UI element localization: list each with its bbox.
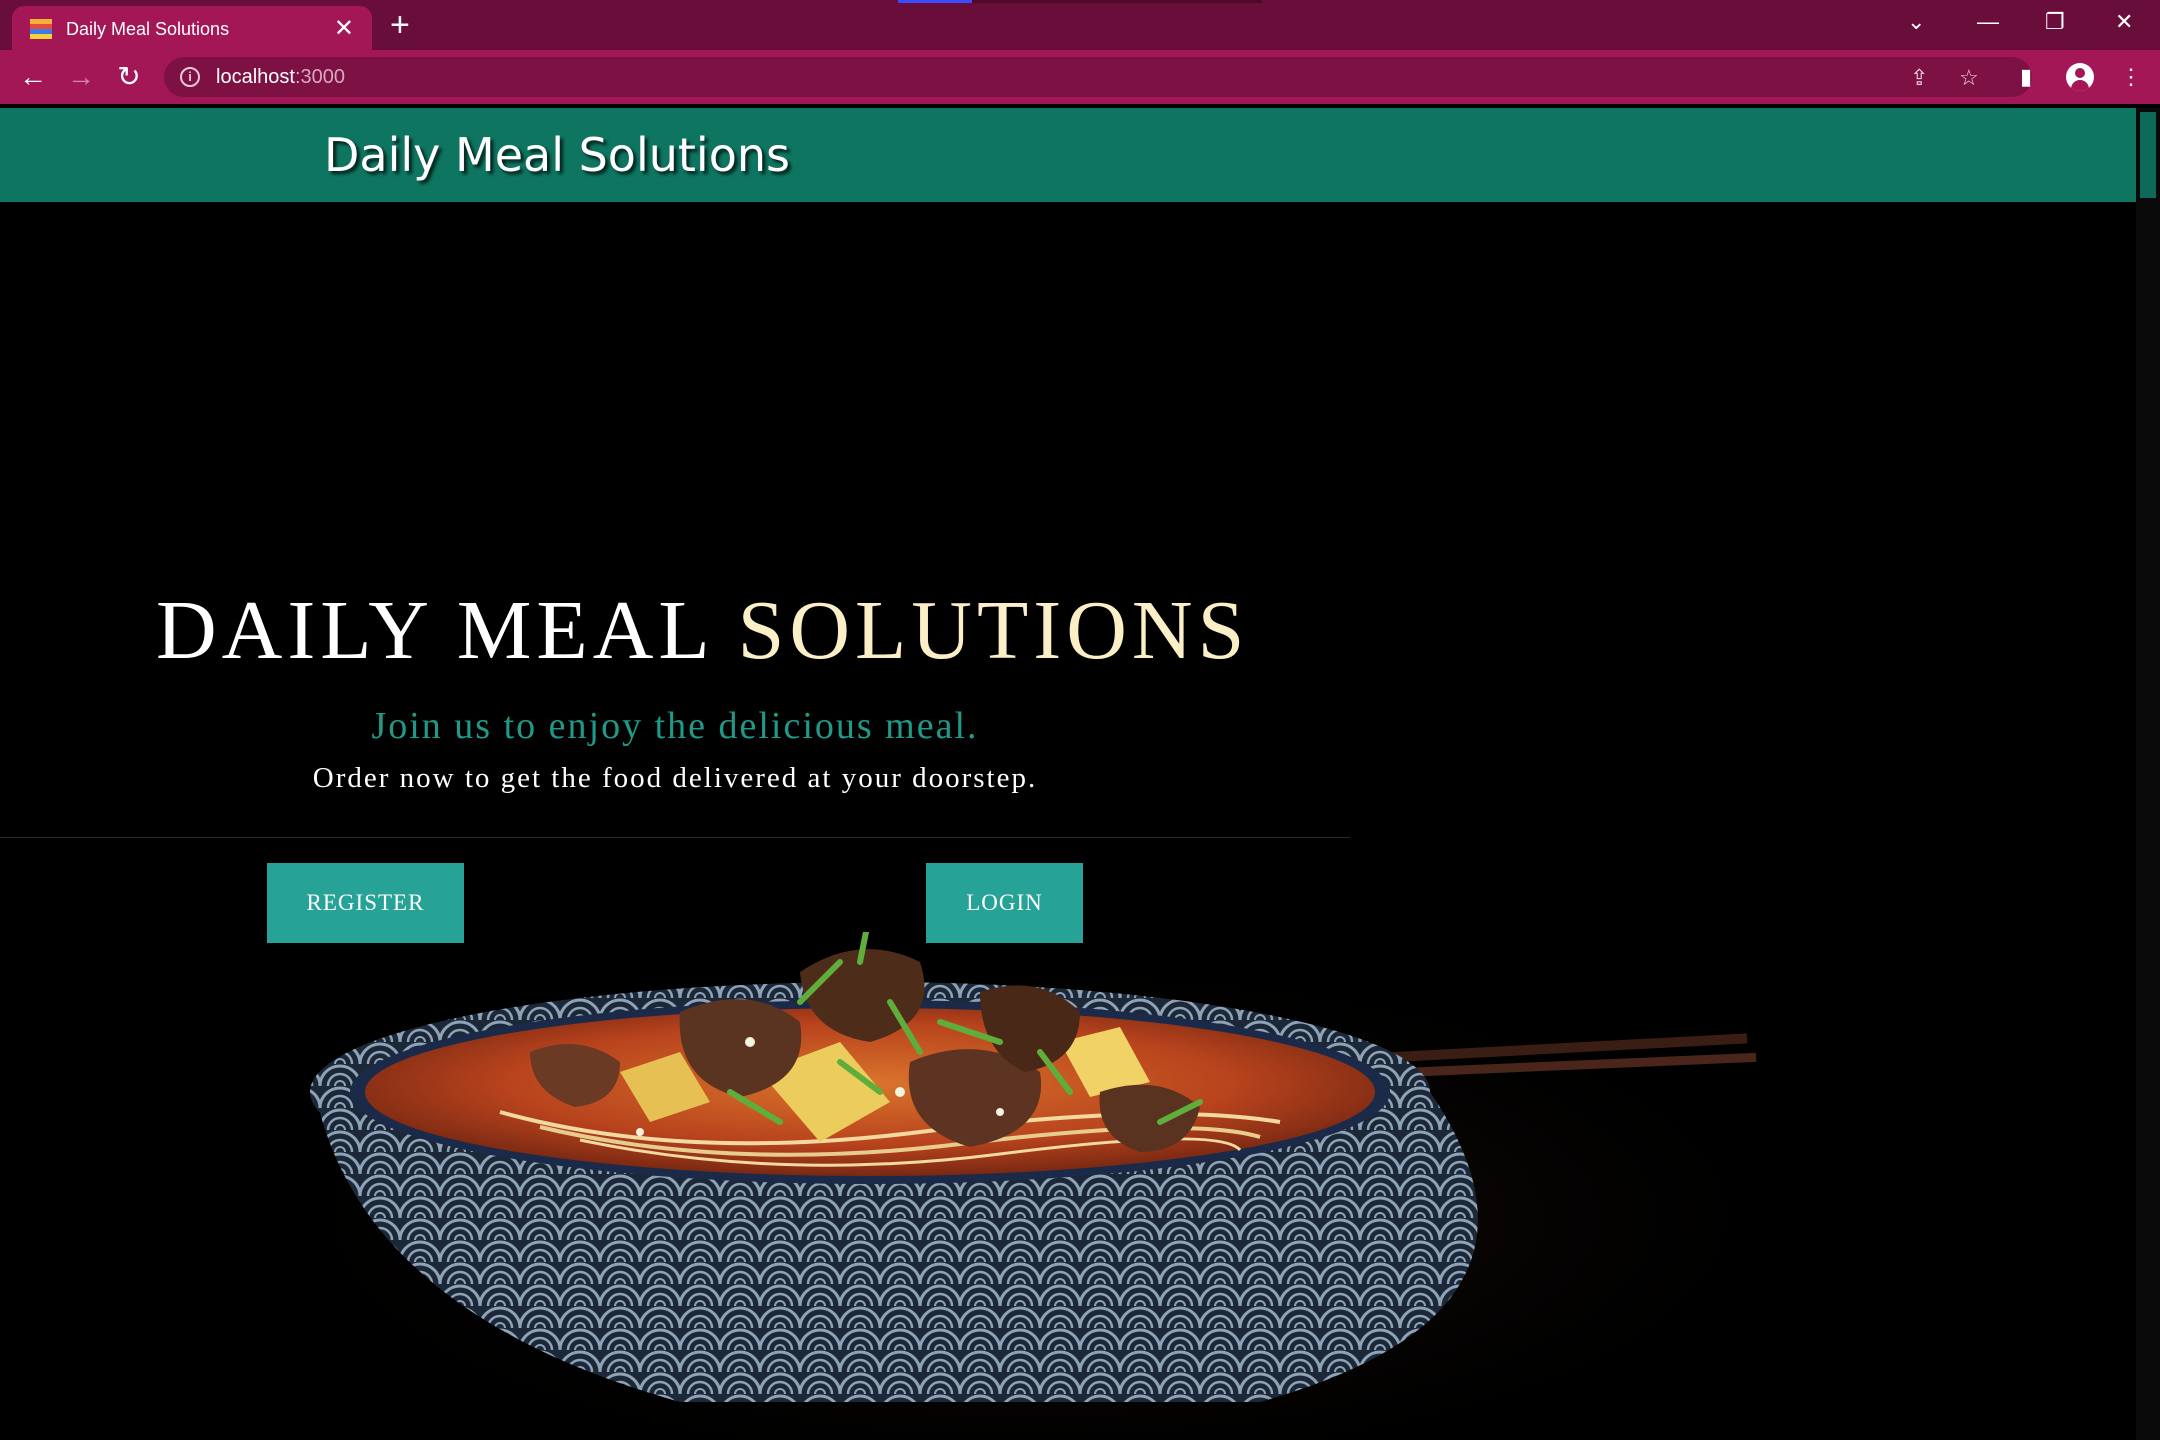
share-icon[interactable]: ⇪ — [1910, 67, 1928, 89]
scrollbar-thumb[interactable] — [2140, 112, 2156, 198]
restore-icon[interactable]: ❐ — [2045, 8, 2065, 36]
star-icon[interactable]: ☆ — [1959, 67, 1979, 89]
window-close-icon[interactable]: ✕ — [2115, 8, 2133, 36]
hero-title-accent: SOLUTIONS — [737, 584, 1250, 677]
side-panel-icon[interactable]: ▮ — [2020, 65, 2032, 89]
minimize-icon[interactable]: — — [1977, 8, 1999, 36]
register-button[interactable]: REGISTER — [267, 863, 464, 943]
browser-tab[interactable]: Daily Meal Solutions ✕ — [12, 6, 372, 52]
back-arrow-icon[interactable]: ← — [16, 60, 50, 94]
tab-search-icon[interactable]: ⌄ — [1907, 8, 1925, 36]
forward-arrow-icon[interactable]: → — [64, 60, 98, 94]
site-header: Daily Meal Solutions — [0, 108, 2160, 202]
plus-icon[interactable]: + — [390, 8, 410, 42]
hero-tagline: Join us to enjoy the delicious meal. — [371, 705, 979, 747]
url-port: :3000 — [294, 65, 345, 88]
browser-toolbar: ← → ↻ i localhost :3000 ⇪ ☆ ▮ ⋮ — [0, 50, 2160, 104]
tab-loading-indicator — [898, 0, 1262, 3]
hero-subline: Order now to get the food delivered at y… — [312, 762, 1038, 794]
info-icon[interactable]: i — [180, 67, 200, 87]
close-icon[interactable]: ✕ — [334, 17, 354, 41]
scrollbar[interactable] — [2136, 108, 2160, 1440]
kebab-menu-icon[interactable]: ⋮ — [2120, 65, 2142, 89]
site-title: Daily Meal Solutions — [324, 128, 790, 182]
reload-icon[interactable]: ↻ — [112, 60, 146, 94]
hero-section: DAILY MEAL SOLUTIONS Join us to enjoy th… — [0, 202, 2136, 1440]
hero-divider — [0, 837, 1350, 838]
tab-title: Daily Meal Solutions — [66, 18, 230, 39]
hero-title: DAILY MEAL SOLUTIONS — [156, 582, 1249, 679]
login-button[interactable]: LOGIN — [926, 863, 1083, 943]
favicon-icon — [30, 19, 52, 39]
profile-icon[interactable] — [2066, 63, 2094, 91]
noodle-bowl-image — [280, 932, 1780, 1440]
browser-titlebar: Daily Meal Solutions ✕ + ⌄ — ❐ ✕ — [0, 0, 2160, 52]
url-host: localhost — [216, 65, 295, 88]
hero-title-main: DAILY MEAL — [156, 584, 738, 677]
address-bar[interactable]: i localhost :3000 ⇪ ☆ — [164, 57, 2032, 97]
